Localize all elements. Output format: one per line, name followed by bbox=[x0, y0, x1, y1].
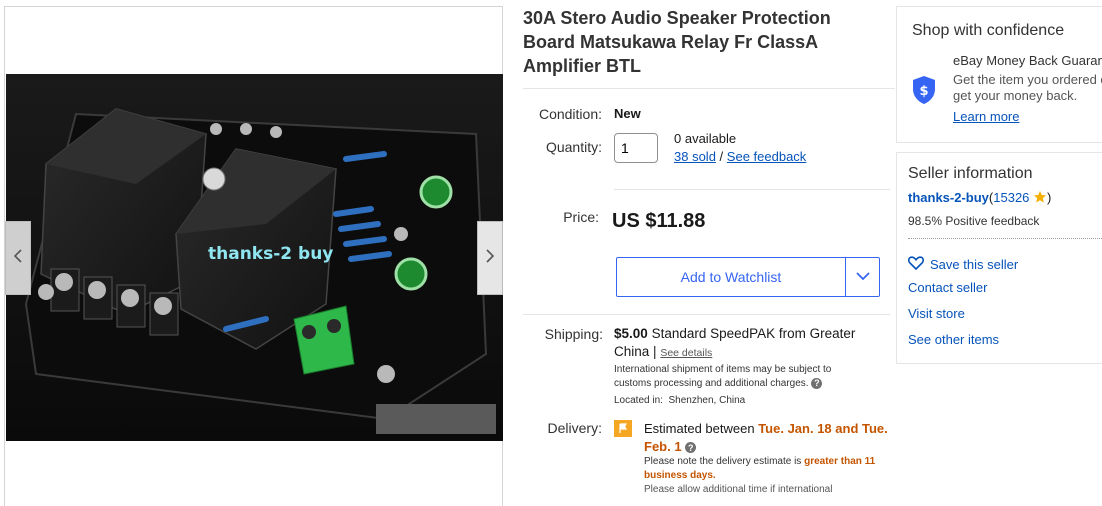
price-value: US $11.88 bbox=[612, 210, 706, 232]
star-icon bbox=[1033, 190, 1047, 207]
divider bbox=[523, 88, 895, 89]
delivery-note: Please note the delivery estimate is gre… bbox=[644, 455, 894, 483]
seller-name-link[interactable]: thanks-2-buy bbox=[908, 190, 989, 205]
save-seller-label: Save this seller bbox=[930, 257, 1019, 272]
chevron-left-icon bbox=[13, 248, 23, 268]
condition-label: Condition: bbox=[538, 106, 602, 122]
heart-icon bbox=[908, 256, 924, 273]
guarantee-text: Get the item you ordered or get your mon… bbox=[953, 72, 1102, 103]
add-to-watchlist-label: Add to Watchlist bbox=[617, 258, 846, 296]
chevron-down-icon bbox=[855, 268, 870, 286]
visit-store-link[interactable]: Visit store bbox=[908, 306, 965, 321]
shipping-method: Standard SpeedPAK from Greater China bbox=[614, 326, 856, 359]
delivery-note-2: Please allow additional time if internat… bbox=[644, 484, 833, 495]
location-row: Located in: Shenzhen, China bbox=[614, 394, 745, 408]
available-count: 0 available bbox=[674, 131, 737, 146]
delivery-estimate: Estimated between Tue. Jan. 18 and Tue. … bbox=[644, 420, 894, 456]
score-close: ) bbox=[1047, 190, 1052, 205]
delivery-prefix: Estimated between bbox=[644, 421, 755, 436]
shipping-label: Shipping: bbox=[544, 326, 603, 342]
contact-seller-link[interactable]: Contact seller bbox=[908, 280, 987, 295]
see-feedback-link[interactable]: See feedback bbox=[727, 149, 807, 164]
sold-feedback-row: 38 sold / See feedback bbox=[674, 149, 806, 164]
divider bbox=[614, 189, 890, 190]
see-details-link[interactable]: See details bbox=[660, 347, 712, 359]
separator: / bbox=[719, 149, 724, 164]
watchlist-dropdown-button[interactable] bbox=[846, 258, 879, 296]
pipe: | bbox=[653, 344, 657, 359]
question-icon[interactable]: ? bbox=[811, 377, 823, 389]
chevron-right-icon bbox=[485, 248, 495, 268]
learn-more-link[interactable]: Learn more bbox=[953, 109, 1019, 124]
question-icon[interactable]: ? bbox=[685, 442, 697, 454]
previous-image-button[interactable] bbox=[5, 221, 31, 295]
quantity-label: Quantity: bbox=[545, 139, 602, 155]
shop-with-confidence-panel: Shop with confidence $ eBay Money Back G… bbox=[896, 6, 1102, 143]
quantity-input[interactable] bbox=[614, 133, 658, 163]
shipping-summary: $5.00 Standard SpeedPAK from Greater Chi… bbox=[614, 325, 889, 362]
location-label: Located in: bbox=[614, 395, 663, 406]
price-label: Price: bbox=[563, 209, 599, 225]
seller-information-panel: Seller information thanks-2-buy(15326 ) … bbox=[896, 152, 1102, 364]
condition-value: New bbox=[614, 106, 641, 121]
delivery-label: Delivery: bbox=[547, 420, 602, 436]
seller-name-row: thanks-2-buy(15326 ) bbox=[908, 190, 1051, 207]
divider bbox=[908, 238, 1102, 239]
shield-dollar-icon: $ bbox=[911, 75, 937, 110]
shipping-note: International shipment of items may be s… bbox=[614, 363, 864, 391]
next-image-button[interactable] bbox=[477, 221, 503, 295]
feedback-score-link[interactable]: 15326 bbox=[993, 190, 1029, 205]
see-other-items-link[interactable]: See other items bbox=[908, 332, 999, 347]
delivery-note-prefix: Please note the delivery estimate is bbox=[644, 456, 802, 467]
svg-text:$: $ bbox=[919, 84, 928, 99]
image-gallery: thanks-2 buy bbox=[4, 6, 503, 506]
divider bbox=[523, 314, 890, 315]
shipping-cost: $5.00 bbox=[614, 326, 648, 341]
save-seller-button[interactable]: Save this seller bbox=[908, 256, 1018, 273]
positive-feedback: 98.5% Positive feedback bbox=[908, 214, 1040, 228]
guarantee-title: eBay Money Back Guarantee bbox=[953, 53, 1102, 68]
confidence-title: Shop with confidence bbox=[912, 22, 1065, 39]
sold-count-link[interactable]: 38 sold bbox=[674, 149, 716, 164]
shipping-note-text: International shipment of items may be s… bbox=[614, 364, 832, 389]
add-to-watchlist-button[interactable]: Add to Watchlist bbox=[616, 257, 880, 297]
location-value: Shenzhen, China bbox=[668, 395, 746, 406]
image-watermark: thanks-2 buy bbox=[208, 244, 334, 264]
flag-icon bbox=[614, 420, 632, 437]
seller-info-title: Seller information bbox=[908, 165, 1033, 182]
product-image[interactable]: thanks-2 buy bbox=[6, 74, 503, 441]
product-title: 30A Stero Audio Speaker Protection Board… bbox=[523, 8, 831, 76]
